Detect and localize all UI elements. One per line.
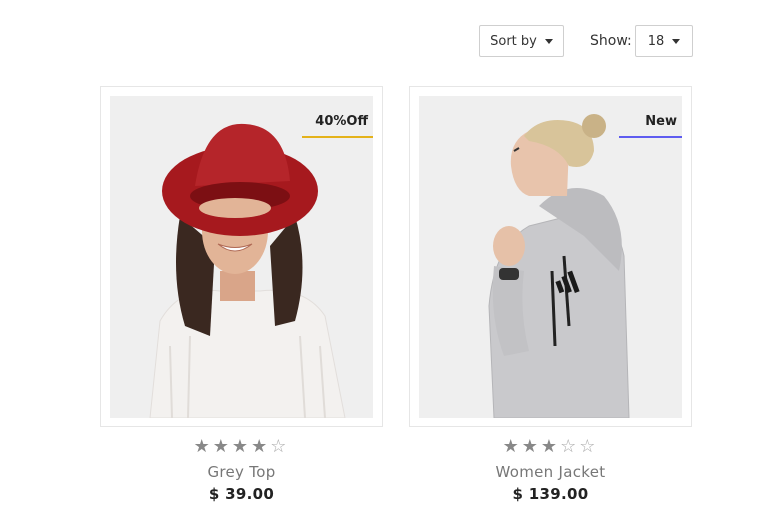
show-label: Show: bbox=[590, 33, 632, 49]
product-image[interactable]: New bbox=[419, 96, 682, 418]
star-empty-icon: ☆ bbox=[579, 436, 599, 457]
badge-underline bbox=[619, 136, 682, 138]
product-name[interactable]: Women Jacket bbox=[409, 463, 692, 481]
star-filled-icon: ★ bbox=[502, 436, 522, 457]
caret-down-icon bbox=[672, 38, 681, 44]
star-filled-icon: ★ bbox=[193, 436, 213, 457]
sort-by-dropdown[interactable]: Sort by bbox=[479, 25, 564, 57]
product-card-women-jacket[interactable]: New bbox=[409, 86, 692, 427]
caret-down-icon bbox=[544, 38, 553, 44]
product-price: $ 39.00 bbox=[208, 485, 275, 503]
product-info: ★★★★☆ Grey Top $ 39.00 bbox=[100, 434, 383, 503]
new-badge: New bbox=[645, 114, 677, 129]
rating-stars: ★★★☆☆ bbox=[409, 434, 692, 460]
star-filled-icon: ★ bbox=[540, 436, 561, 457]
sort-by-label: Sort by bbox=[490, 33, 537, 49]
product-image[interactable]: 40%Off bbox=[110, 96, 373, 418]
star-empty-icon: ☆ bbox=[560, 436, 580, 457]
star-filled-icon: ★ bbox=[231, 436, 252, 457]
discount-badge: 40%Off bbox=[315, 114, 368, 129]
product-price: $ 139.00 bbox=[512, 485, 589, 503]
product-card-grey-top[interactable]: 40%Off bbox=[100, 86, 383, 427]
show-count-dropdown[interactable]: 18 bbox=[635, 25, 693, 57]
badge-underline bbox=[302, 136, 373, 138]
rating-stars: ★★★★☆ bbox=[100, 434, 383, 460]
star-filled-icon: ★ bbox=[251, 436, 271, 457]
star-filled-icon: ★ bbox=[212, 436, 232, 457]
product-info: ★★★☆☆ Women Jacket $ 139.00 bbox=[409, 434, 692, 503]
show-count-value: 18 bbox=[647, 33, 665, 49]
product-name[interactable]: Grey Top bbox=[100, 463, 383, 481]
star-empty-icon: ☆ bbox=[270, 436, 290, 457]
star-filled-icon: ★ bbox=[521, 436, 541, 457]
listing-toolbar: Sort by Show: 18 bbox=[0, 25, 773, 59]
